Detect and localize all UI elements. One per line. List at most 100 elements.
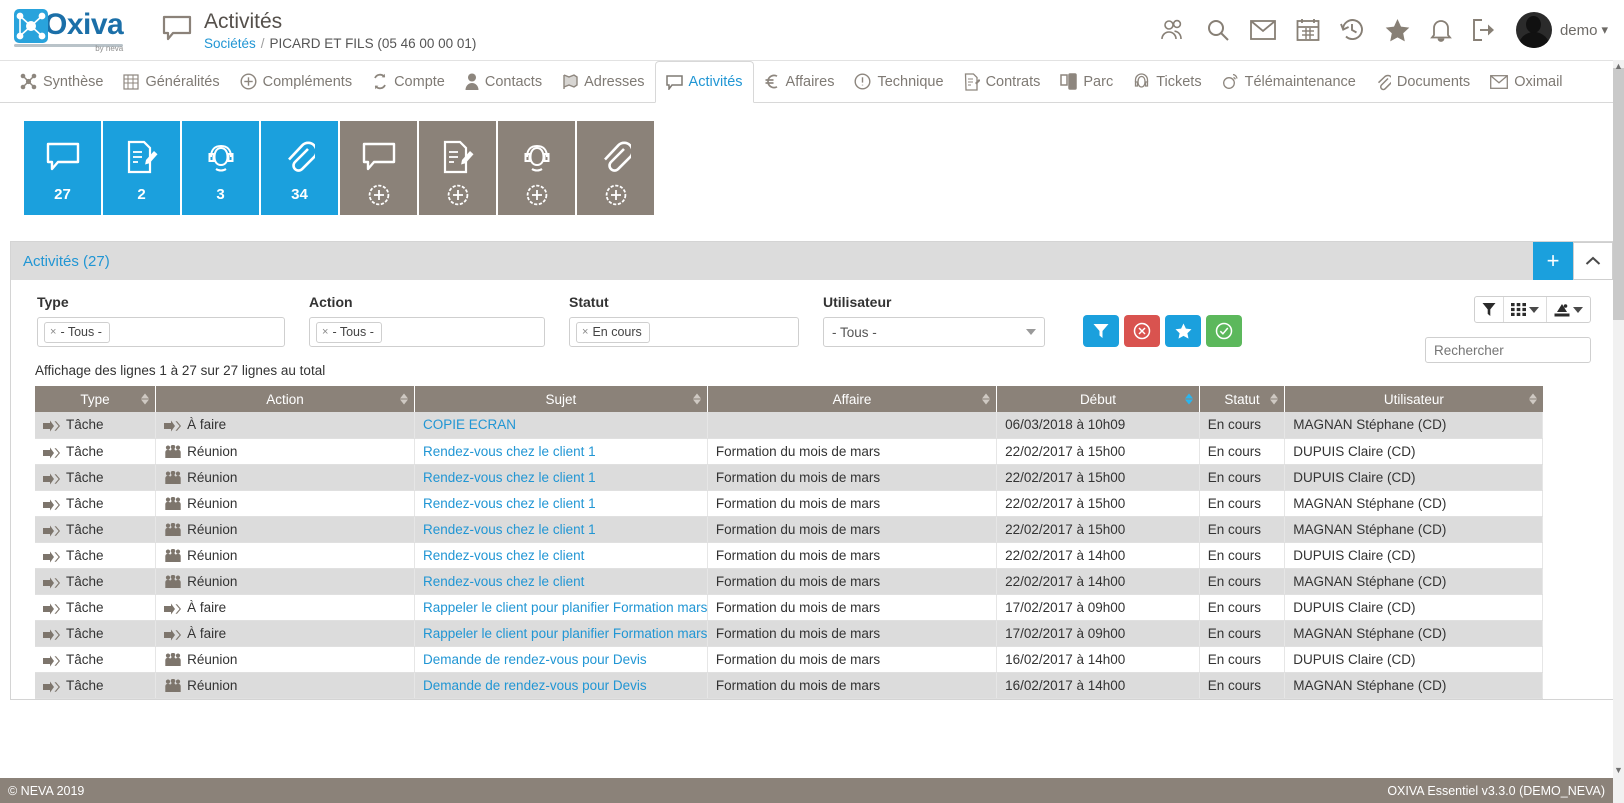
column-header-affaire[interactable]: Affaire [707, 386, 998, 412]
sort-indicator[interactable] [1528, 393, 1537, 405]
activity-link[interactable]: Rappeler le client pour planifier Format… [423, 626, 706, 641]
column-chooser[interactable] [1504, 297, 1547, 322]
cell-sujet[interactable]: Rappeler le client pour planifier Format… [414, 620, 708, 647]
activity-link[interactable]: Rendez-vous chez le client [423, 574, 584, 589]
cell-sujet[interactable]: Demande de rendez-vous pour Devis [414, 646, 708, 673]
column-header-type[interactable]: Type [35, 386, 157, 412]
table-row[interactable]: Tâche Réunion Rendez-vous chez le client 1… [35, 438, 1543, 465]
activity-link[interactable]: Rendez-vous chez le client [423, 548, 584, 563]
cell-sujet[interactable]: Demande de rendez-vous pour Devis [414, 672, 708, 699]
tab-tickets[interactable]: Tickets [1123, 61, 1211, 102]
tile-add-message[interactable] [340, 121, 417, 215]
filter-type-input[interactable]: × - Tous - [37, 317, 285, 347]
filter-chip[interactable]: × - Tous - [316, 321, 382, 343]
tile-messages[interactable]: 27 [24, 121, 101, 215]
cell-sujet[interactable]: Rendez-vous chez le client 1 [414, 464, 708, 491]
search-icon[interactable] [1206, 18, 1230, 42]
remove-chip-icon[interactable]: × [322, 326, 328, 338]
tile-add-ticket[interactable] [498, 121, 575, 215]
activity-link[interactable]: Rappeler le client pour planifier Format… [423, 600, 706, 615]
tile-add-document[interactable] [577, 121, 654, 215]
table-row[interactable]: Tâche Réunion Demande de rendez-vous pour … [35, 646, 1543, 673]
sort-indicator[interactable] [982, 393, 991, 405]
filter-chip[interactable]: × En cours [576, 321, 650, 343]
tab-complements[interactable]: Compléments [230, 61, 362, 102]
table-row[interactable]: Tâche Réunion Rendez-vous chez le client Fo… [35, 568, 1543, 595]
tab-affaires[interactable]: Affaires [754, 61, 845, 102]
tab-generalites[interactable]: Généralités [113, 61, 229, 102]
column-header-statut[interactable]: Statut [1199, 386, 1286, 412]
search-input[interactable] [1425, 337, 1591, 363]
breadcrumb-link-societes[interactable]: Sociétés [204, 36, 256, 51]
activity-link[interactable]: Demande de rendez-vous pour Devis [423, 652, 647, 667]
tab-oximail[interactable]: Oximail [1480, 61, 1572, 102]
table-row[interactable]: Tâche À faire COPIE ECRAN 06/03/2018 à 10h0… [35, 412, 1543, 439]
tile-add-note[interactable] [419, 121, 496, 215]
filter-statut-input[interactable]: × En cours [569, 317, 799, 347]
column-header-action[interactable]: Action [155, 386, 415, 412]
tab-contacts[interactable]: Contacts [455, 61, 552, 102]
filter-utilisateur-select[interactable]: - Tous - [823, 317, 1045, 347]
activity-link[interactable]: Rendez-vous chez le client 1 [423, 470, 596, 485]
users-icon[interactable] [1160, 18, 1186, 42]
activity-link[interactable]: Rendez-vous chez le client 1 [423, 496, 596, 511]
tab-activites[interactable]: Activités [654, 61, 754, 103]
column-header-utilisateur[interactable]: Utilisateur [1284, 386, 1543, 412]
cell-sujet[interactable]: Rendez-vous chez le client 1 [414, 516, 708, 543]
column-header-sujet[interactable]: Sujet [414, 386, 708, 412]
history-icon[interactable] [1340, 18, 1365, 42]
table-row[interactable]: Tâche Réunion Rendez-vous chez le client 1… [35, 464, 1543, 491]
table-row[interactable]: Tâche Réunion Rendez-vous chez le client 1… [35, 516, 1543, 543]
tile-documents[interactable]: 34 [261, 121, 338, 215]
add-activity-button[interactable]: + [1533, 242, 1573, 280]
tile-tickets[interactable]: 3 [182, 121, 259, 215]
calendar-icon[interactable] [1296, 18, 1320, 42]
tile-notes[interactable]: 2 [103, 121, 180, 215]
cell-sujet[interactable]: Rendez-vous chez le client 1 [414, 438, 708, 465]
filter-action-input[interactable]: × - Tous - [309, 317, 545, 347]
table-row[interactable]: Tâche À faire Rappeler le client pour plan… [35, 620, 1543, 647]
filter-chip[interactable]: × - Tous - [44, 321, 110, 343]
mail-icon[interactable] [1250, 20, 1276, 40]
cell-sujet[interactable]: Rendez-vous chez le client [414, 568, 708, 595]
table-row[interactable]: Tâche Réunion Rendez-vous chez le client Fo… [35, 542, 1543, 569]
chevron-down-icon[interactable]: ▾ [1601, 22, 1608, 38]
logout-icon[interactable] [1472, 18, 1496, 42]
scroll-down-arrow-icon[interactable]: ▼ [1613, 766, 1624, 775]
page-scrollbar[interactable] [1613, 60, 1624, 803]
apply-filter-button[interactable] [1083, 315, 1119, 347]
tab-synthese[interactable]: Synthèse [10, 61, 113, 102]
app-logo[interactable]: Oxiva by neva [14, 7, 144, 53]
table-row[interactable]: Tâche Réunion Demande de rendez-vous pour … [35, 672, 1543, 699]
tab-telemaintenance[interactable]: Télémaintenance [1212, 61, 1366, 102]
user-menu[interactable]: demo ▾ [1515, 12, 1608, 48]
tab-documents[interactable]: Documents [1366, 61, 1480, 102]
cell-sujet[interactable]: COPIE ECRAN [414, 412, 708, 439]
remove-chip-icon[interactable]: × [582, 326, 588, 338]
activity-link[interactable]: Rendez-vous chez le client 1 [423, 522, 596, 537]
column-header-debut[interactable]: Début [996, 386, 1200, 412]
table-row[interactable]: Tâche À faire Rappeler le client pour plan… [35, 594, 1543, 621]
cell-sujet[interactable]: Rendez-vous chez le client [414, 542, 708, 569]
validate-filter-button[interactable] [1206, 315, 1242, 347]
avatar[interactable] [1515, 12, 1552, 48]
cell-sujet[interactable]: Rappeler le client pour planifier Format… [414, 594, 708, 621]
scroll-up-arrow-icon[interactable]: ▲ [1613, 62, 1624, 71]
tab-parc[interactable]: Parc [1050, 61, 1123, 102]
bell-icon[interactable] [1430, 18, 1452, 42]
tab-compte[interactable]: Compte [362, 61, 455, 102]
favorite-filter-button[interactable] [1165, 315, 1201, 347]
star-icon[interactable] [1385, 18, 1410, 42]
clear-filter-button[interactable] [1124, 315, 1160, 347]
tab-contrats[interactable]: Contrats [954, 61, 1051, 102]
tab-adresses[interactable]: Adresses [552, 61, 654, 102]
tab-technique[interactable]: Technique [844, 61, 953, 102]
sort-indicator[interactable] [1270, 393, 1279, 405]
cell-sujet[interactable]: Rendez-vous chez le client 1 [414, 490, 708, 517]
export-menu[interactable] [1547, 297, 1590, 322]
table-row[interactable]: Tâche Réunion Rendez-vous chez le client 1… [35, 490, 1543, 517]
collapse-panel-button[interactable] [1573, 242, 1613, 280]
sort-indicator[interactable] [692, 393, 701, 405]
activity-link[interactable]: Demande de rendez-vous pour Devis [423, 678, 647, 693]
sort-indicator[interactable] [400, 393, 408, 405]
